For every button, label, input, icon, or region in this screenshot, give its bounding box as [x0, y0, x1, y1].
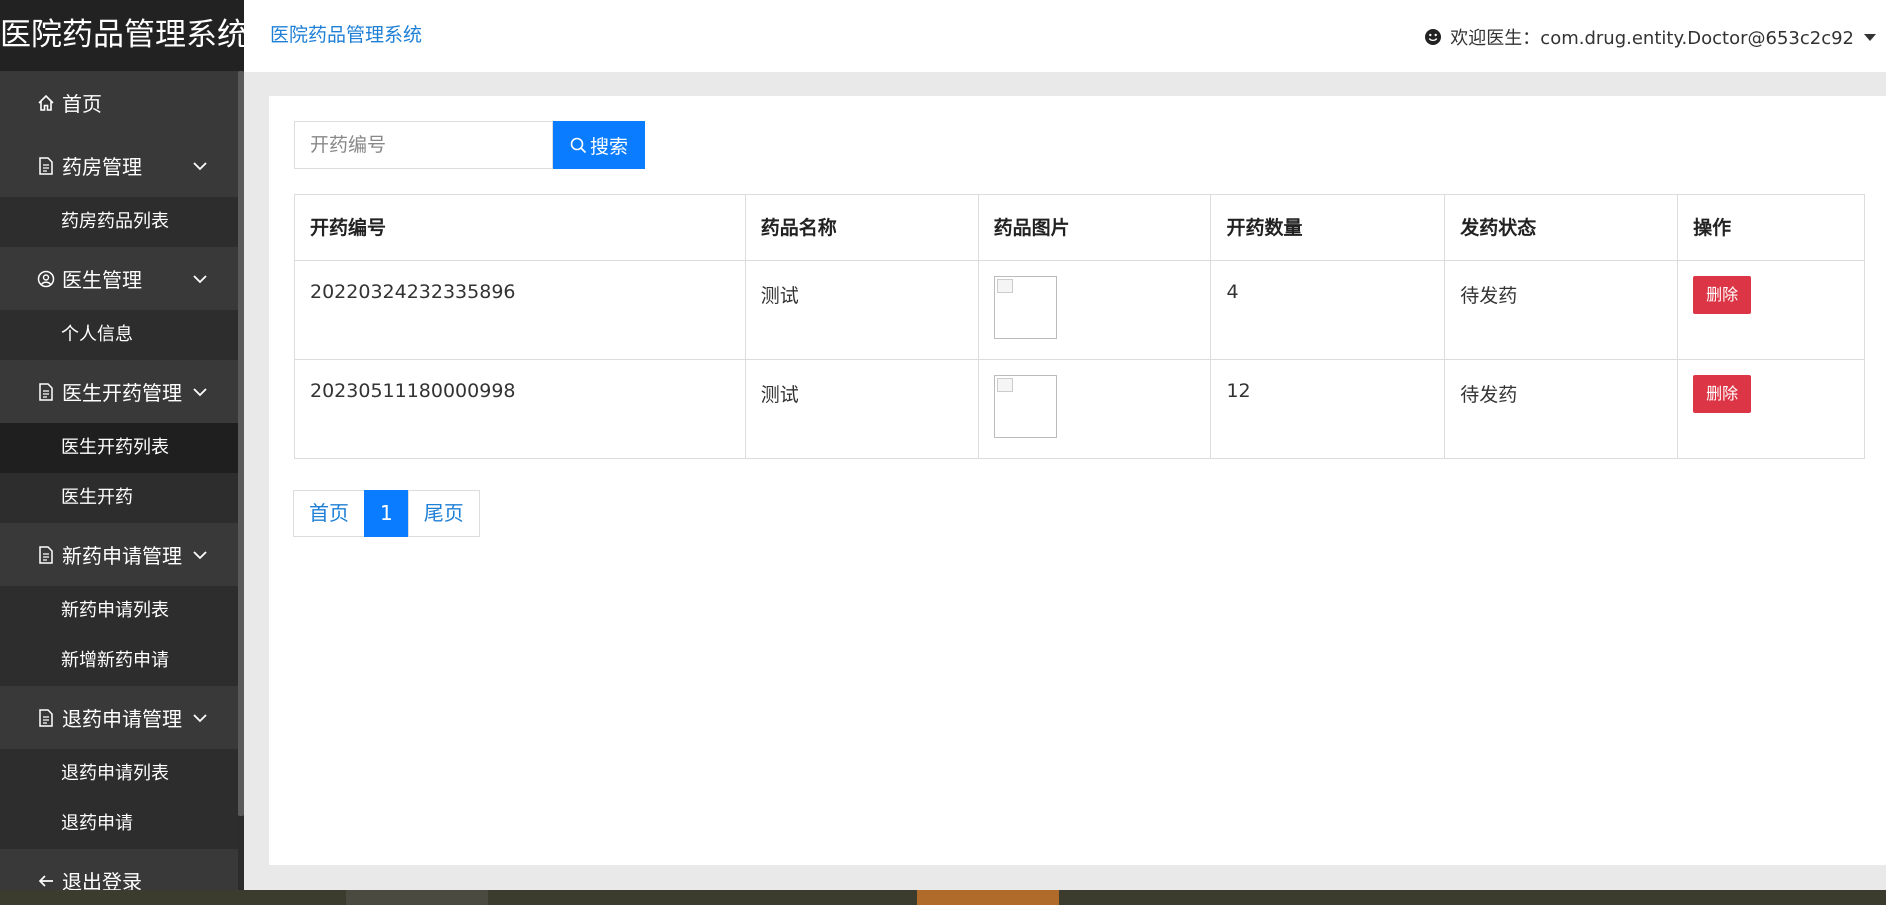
column-header: 开药编号	[294, 194, 746, 261]
column-header: 发药状态	[1444, 194, 1679, 261]
taskbar-app-button[interactable]	[917, 890, 1059, 905]
page-current[interactable]: 1	[364, 490, 409, 537]
chevron-down-icon	[193, 388, 207, 397]
column-header: 药品名称	[744, 194, 979, 261]
search-button-label: 搜索	[589, 135, 628, 158]
sidebar-scrollbar-thumb[interactable]	[238, 71, 244, 816]
sidebar-item-pharmacy[interactable]: 药房管理	[0, 134, 238, 197]
brand-title: 医院药品管理系统	[0, 0, 244, 71]
sidebar-item-doctor[interactable]: 医生管理	[0, 247, 238, 310]
cell-qty: 12	[1210, 359, 1446, 459]
prescription-table: 开药编号 药品名称 药品图片 开药数量 发药状态 操作 202203242323…	[294, 194, 1865, 459]
sidebar-item-label: 医生管理	[62, 268, 142, 292]
home-icon	[36, 93, 56, 113]
user-circle-icon	[36, 269, 56, 289]
taskbar-app-button[interactable]	[346, 890, 488, 905]
sidebar-item-label: 药房管理	[62, 155, 142, 179]
sidebar-subitem-prescribe[interactable]: 医生开药	[0, 473, 238, 523]
sidebar: 医院药品管理系统 首页 药房管理 药房药品列表 医生管理 个人信息 医生开药管理…	[0, 0, 244, 890]
table-row: 20230511180000998 测试 12 待发药 删除	[294, 359, 1865, 459]
document-icon	[36, 382, 56, 402]
caret-down-icon	[1864, 33, 1876, 41]
sidebar-subitem-return-apply[interactable]: 退药申请	[0, 799, 238, 849]
column-header: 开药数量	[1210, 194, 1446, 261]
cell-action: 删除	[1677, 260, 1865, 360]
page-last[interactable]: 尾页	[407, 490, 480, 537]
chevron-down-icon	[193, 551, 207, 560]
sidebar-item-logout[interactable]: 退出登录	[0, 849, 238, 890]
smiley-icon	[1425, 29, 1442, 45]
user-menu[interactable]: 欢迎医生：com.drug.entity.Doctor@653c2c92	[1424, 24, 1876, 50]
sidebar-item-label: 医生开药管理	[62, 381, 182, 405]
pagination: 首页 1 尾页	[293, 490, 480, 537]
document-icon	[36, 156, 56, 176]
sidebar-item-new-drug[interactable]: 新药申请管理	[0, 523, 238, 586]
search-bar: 搜索	[294, 121, 645, 169]
sidebar-subitem-prescription-list[interactable]: 医生开药列表	[0, 423, 238, 473]
cell-image	[977, 260, 1212, 360]
search-input[interactable]	[294, 121, 553, 169]
cell-code: 20230511180000998	[294, 359, 746, 459]
cell-status: 待发药	[1444, 260, 1679, 360]
app-root: 医院药品管理系统 首页 药房管理 药房药品列表 医生管理 个人信息 医生开药管理…	[0, 0, 1886, 905]
sidebar-item-return[interactable]: 退药申请管理	[0, 686, 238, 749]
sidebar-subitem-personal-info[interactable]: 个人信息	[0, 310, 238, 360]
search-button[interactable]: 搜索	[553, 121, 645, 169]
sidebar-subitem-pharmacy-drugs[interactable]: 药房药品列表	[0, 197, 238, 247]
cell-name: 测试	[744, 359, 979, 459]
cell-status: 待发药	[1444, 359, 1679, 459]
cell-qty: 4	[1210, 260, 1446, 360]
cell-code: 20220324232335896	[294, 260, 746, 360]
chevron-down-icon	[193, 162, 207, 171]
cell-action: 删除	[1677, 359, 1865, 459]
column-header: 操作	[1677, 194, 1865, 261]
delete-button[interactable]: 删除	[1693, 276, 1752, 314]
user-welcome-text: 欢迎医生：com.drug.entity.Doctor@653c2c92	[1450, 28, 1854, 49]
cell-image	[977, 359, 1212, 459]
sidebar-item-home[interactable]: 首页	[0, 71, 238, 134]
sidebar-nav: 首页 药房管理 药房药品列表 医生管理 个人信息 医生开药管理 医生开药列表 医…	[0, 71, 238, 890]
sidebar-subitem-return-list[interactable]: 退药申请列表	[0, 749, 238, 799]
sidebar-item-label: 新药申请管理	[62, 544, 182, 568]
sidebar-item-prescription[interactable]: 医生开药管理	[0, 360, 238, 423]
broken-image-icon	[993, 276, 1057, 339]
sidebar-subitem-new-drug-add[interactable]: 新增新药申请	[0, 636, 238, 686]
search-icon	[570, 137, 587, 153]
cell-name: 测试	[744, 260, 979, 360]
document-icon	[36, 708, 56, 728]
sidebar-item-label: 退出登录	[62, 870, 142, 890]
chevron-down-icon	[193, 714, 207, 723]
top-header: 医院药品管理系统 欢迎医生：com.drug.entity.Doctor@653…	[244, 0, 1886, 72]
sidebar-item-label: 退药申请管理	[62, 707, 182, 731]
delete-button[interactable]: 删除	[1693, 375, 1752, 413]
sidebar-item-label: 首页	[62, 92, 102, 116]
broken-image-icon	[993, 375, 1057, 438]
arrow-left-icon	[36, 871, 56, 891]
document-icon	[36, 545, 56, 565]
chevron-down-icon	[193, 275, 207, 284]
table-row: 20220324232335896 测试 4 待发药 删除	[294, 260, 1865, 360]
page-first[interactable]: 首页	[293, 490, 365, 537]
os-taskbar	[0, 890, 1886, 905]
main-panel: 搜索 开药编号 药品名称 药品图片 开药数量 发药状态 操作 202203242…	[269, 96, 1886, 865]
column-header: 药品图片	[977, 194, 1212, 261]
table-header-row: 开药编号 药品名称 药品图片 开药数量 发药状态 操作	[294, 194, 1865, 261]
header-title-link[interactable]: 医院药品管理系统	[270, 20, 422, 47]
sidebar-subitem-new-drug-list[interactable]: 新药申请列表	[0, 586, 238, 636]
